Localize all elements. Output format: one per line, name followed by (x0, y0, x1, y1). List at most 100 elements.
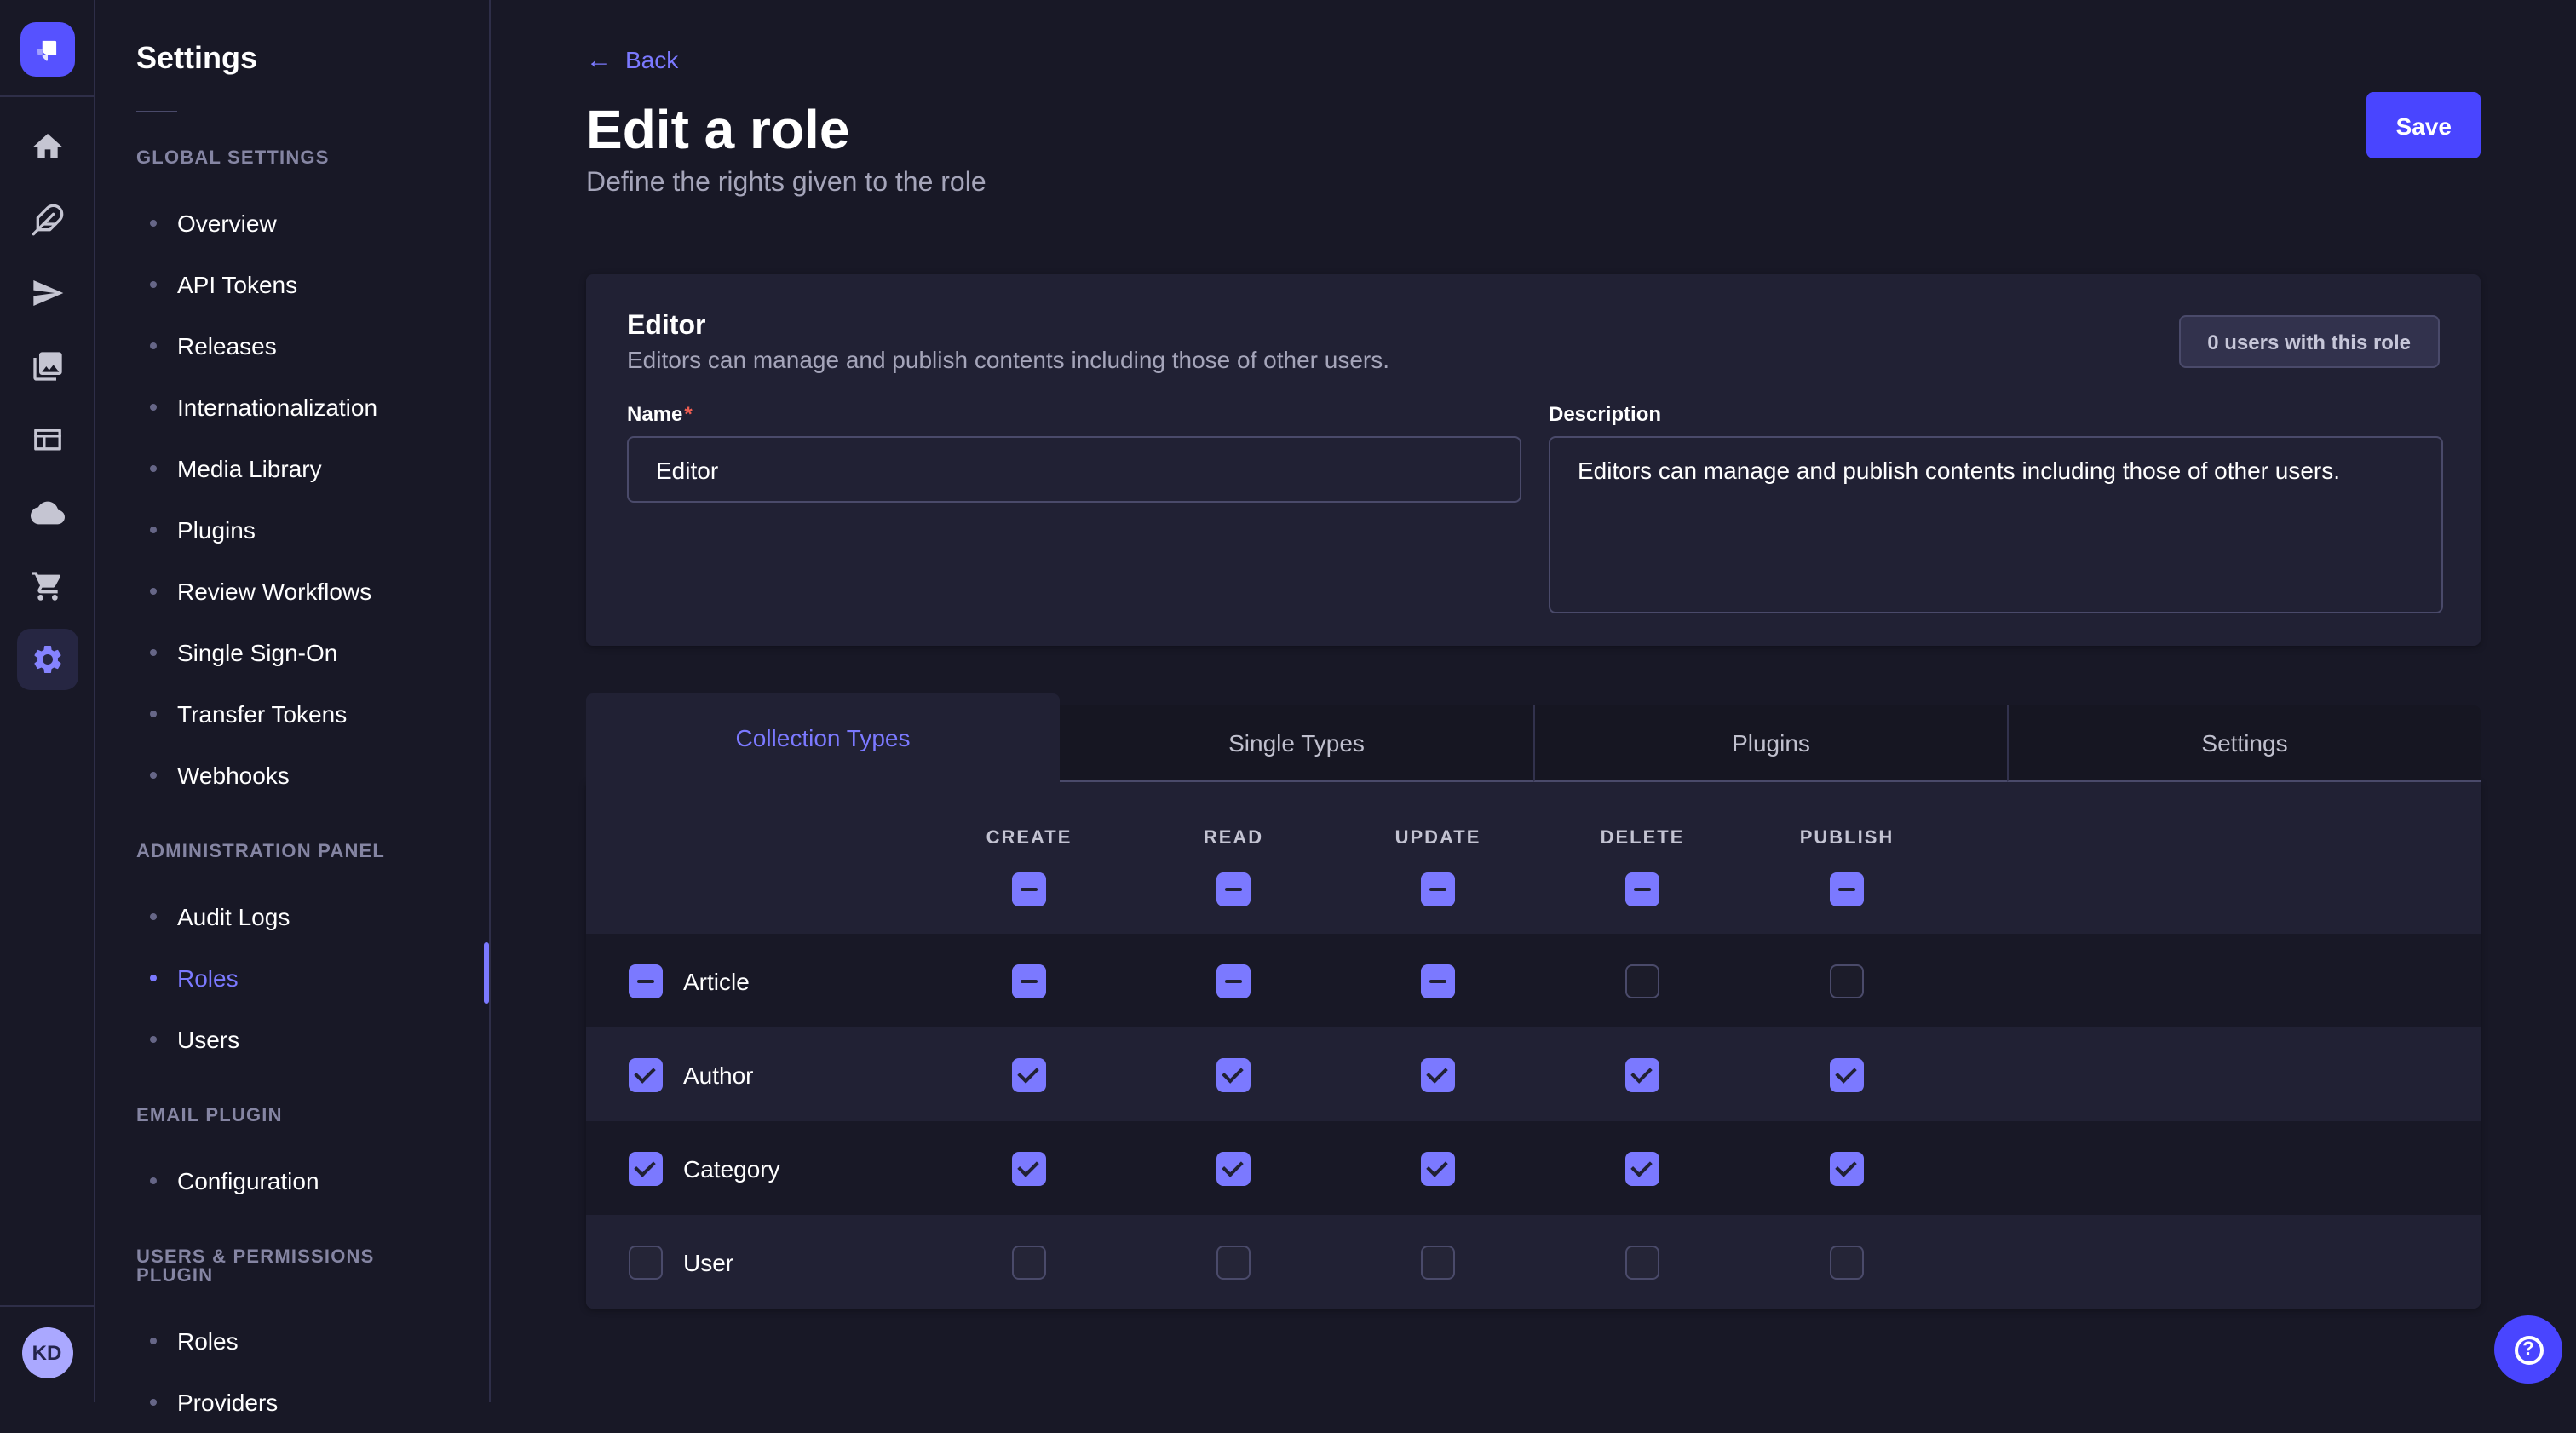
permission-row-category: Category (586, 1121, 2481, 1215)
content-type-label: Author (683, 1061, 754, 1088)
rail-button-home[interactable] (16, 116, 78, 177)
settings-subnav: Settings GLOBAL SETTINGSOverviewAPI Toke… (95, 0, 491, 1402)
sidebar-item-overview[interactable]: Overview (95, 193, 489, 254)
sidebar-item-api-tokens[interactable]: API Tokens (95, 254, 489, 315)
rail-button-cart[interactable] (16, 555, 78, 617)
author-publish-checkbox[interactable] (1830, 1057, 1864, 1091)
header-spacer (586, 826, 927, 850)
sidebar-item-internationalization[interactable]: Internationalization (95, 377, 489, 438)
user-delete-checkbox[interactable] (1625, 1245, 1659, 1279)
back-link[interactable]: ← Back (586, 46, 678, 75)
bullet-icon (150, 975, 157, 981)
sidebar-item-transfer-tokens[interactable]: Transfer Tokens (95, 683, 489, 745)
user-row-checkbox[interactable] (629, 1245, 663, 1279)
tab-plugins[interactable]: Plugins (1533, 705, 2007, 782)
select-all-delete-checkbox[interactable] (1625, 872, 1659, 906)
subnav-title: Settings (136, 41, 489, 77)
save-button[interactable]: Save (2367, 92, 2481, 158)
article-delete-checkbox[interactable] (1625, 964, 1659, 998)
users-with-role-button[interactable]: 0 users with this role (2178, 315, 2440, 368)
category-create-checkbox[interactable] (1012, 1151, 1046, 1185)
checkbox-cell (1540, 1245, 1745, 1279)
required-mark: * (684, 402, 692, 426)
checkbox-cell (1540, 1151, 1745, 1185)
user-publish-checkbox[interactable] (1830, 1245, 1864, 1279)
subnav-scrollbar-thumb[interactable] (484, 942, 489, 1004)
author-update-checkbox[interactable] (1421, 1057, 1455, 1091)
article-update-checkbox[interactable] (1421, 964, 1455, 998)
rail-button-feather[interactable] (16, 189, 78, 250)
checkbox-cell (1745, 1057, 1949, 1091)
category-delete-checkbox[interactable] (1625, 1151, 1659, 1185)
rail-button-layout[interactable] (16, 409, 78, 470)
user-create-checkbox[interactable] (1012, 1245, 1046, 1279)
category-update-checkbox[interactable] (1421, 1151, 1455, 1185)
sidebar-item-label: Internationalization (177, 394, 377, 421)
select-all-read-checkbox[interactable] (1216, 872, 1251, 906)
sidebar-item-media-library[interactable]: Media Library (95, 438, 489, 499)
sidebar-item-plugins[interactable]: Plugins (95, 499, 489, 561)
sidebar-item-roles[interactable]: Roles (95, 947, 489, 1009)
user-read-checkbox[interactable] (1216, 1245, 1251, 1279)
send-icon (30, 276, 64, 310)
row-label-cell: Author (586, 1057, 927, 1091)
sidebar-item-label: Plugins (177, 516, 256, 544)
header-checkbox-cell (1336, 872, 1540, 906)
header-checkbox-cell (1540, 872, 1745, 906)
help-button[interactable]: ? (2494, 1315, 2562, 1384)
user-update-checkbox[interactable] (1421, 1245, 1455, 1279)
sidebar-item-webhooks[interactable]: Webhooks (95, 745, 489, 806)
permissions-tabs: Collection TypesSingle TypesPluginsSetti… (586, 693, 2481, 782)
sidebar-item-configuration[interactable]: Configuration (95, 1150, 489, 1211)
layout-icon (30, 423, 64, 457)
permission-row-author: Author (586, 1027, 2481, 1121)
content-type-label: User (683, 1248, 733, 1275)
article-create-checkbox[interactable] (1012, 964, 1046, 998)
checkbox-cell (927, 1151, 1131, 1185)
select-all-publish-checkbox[interactable] (1830, 872, 1864, 906)
rail-divider (0, 95, 95, 97)
select-all-create-checkbox[interactable] (1012, 872, 1046, 906)
strapi-logo[interactable] (20, 22, 74, 77)
name-input[interactable] (627, 436, 1521, 503)
role-title: Editor (627, 310, 2443, 342)
sidebar-item-providers[interactable]: Providers (95, 1372, 489, 1433)
bullet-icon (150, 588, 157, 595)
author-row-checkbox[interactable] (629, 1057, 663, 1091)
tab-settings[interactable]: Settings (2007, 705, 2481, 782)
rail-button-settings-gear[interactable] (16, 629, 78, 690)
rail-button-send[interactable] (16, 262, 78, 324)
rail-bottom: KD (0, 1286, 94, 1402)
sidebar-item-review-workflows[interactable]: Review Workflows (95, 561, 489, 622)
article-row-checkbox[interactable] (629, 964, 663, 998)
name-label: Name* (627, 402, 1521, 426)
select-all-update-checkbox[interactable] (1421, 872, 1455, 906)
header-checkbox-cell (1131, 872, 1336, 906)
article-read-checkbox[interactable] (1216, 964, 1251, 998)
rail-button-cloud[interactable] (16, 482, 78, 544)
bullet-icon (150, 711, 157, 717)
tab-single-types[interactable]: Single Types (1060, 705, 1533, 782)
sidebar-item-releases[interactable]: Releases (95, 315, 489, 377)
author-read-checkbox[interactable] (1216, 1057, 1251, 1091)
sidebar-item-audit-logs[interactable]: Audit Logs (95, 886, 489, 947)
bullet-icon (150, 527, 157, 533)
rail-button-media-library[interactable] (16, 336, 78, 397)
author-delete-checkbox[interactable] (1625, 1057, 1659, 1091)
home-icon (30, 129, 64, 164)
category-read-checkbox[interactable] (1216, 1151, 1251, 1185)
category-row-checkbox[interactable] (629, 1151, 663, 1185)
sidebar-item-roles-2[interactable]: Roles (95, 1310, 489, 1372)
category-publish-checkbox[interactable] (1830, 1151, 1864, 1185)
author-create-checkbox[interactable] (1012, 1057, 1046, 1091)
checkbox-cell (1336, 1151, 1540, 1185)
article-publish-checkbox[interactable] (1830, 964, 1864, 998)
bullet-icon (150, 281, 157, 288)
sidebar-item-label: Roles (177, 1327, 239, 1355)
tab-collection-types[interactable]: Collection Types (586, 693, 1060, 782)
sidebar-item-single-sign-on[interactable]: Single Sign-On (95, 622, 489, 683)
user-avatar[interactable]: KD (21, 1327, 72, 1378)
description-textarea[interactable]: Editors can manage and publish contents … (1549, 436, 2443, 613)
bullet-icon (150, 220, 157, 227)
sidebar-item-users[interactable]: Users (95, 1009, 489, 1070)
